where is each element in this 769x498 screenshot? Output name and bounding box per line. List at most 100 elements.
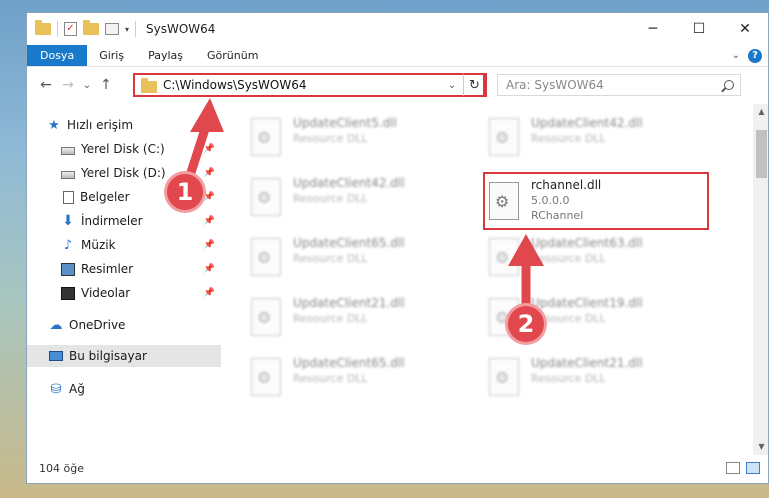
address-bar[interactable]: C:\Windows\SysWOW64 ⌄ bbox=[133, 73, 485, 97]
file-name: UpdateClient63.dll bbox=[531, 236, 643, 250]
navigation-pane: ★ Hızlı erişim Yerel Disk (C:) 📌 Yerel D… bbox=[27, 104, 221, 455]
file-type: Resource DLL bbox=[531, 252, 606, 265]
main-content: ★ Hızlı erişim Yerel Disk (C:) 📌 Yerel D… bbox=[27, 104, 768, 455]
pin-icon[interactable]: 📌 bbox=[204, 168, 215, 178]
sidebar-item-label: Ağ bbox=[69, 382, 85, 396]
list-item[interactable]: UpdateClient42.dll Resource DLL bbox=[489, 114, 719, 164]
computer-icon bbox=[49, 351, 63, 361]
pin-icon[interactable]: 📌 bbox=[204, 192, 215, 202]
file-text: UpdateClient19.dll Resource DLL bbox=[531, 294, 643, 325]
folder-icon bbox=[141, 77, 157, 93]
list-item[interactable]: UpdateClient21.dll Resource DLL bbox=[251, 294, 481, 344]
details-view-icon[interactable] bbox=[726, 462, 740, 474]
title-bar: ✓ ▾ SysWOW64 ─ ☐ ✕ bbox=[27, 13, 768, 45]
file-description: RChannel bbox=[531, 209, 584, 222]
file-type: Resource DLL bbox=[293, 252, 368, 265]
sidebar-item-network[interactable]: ⛁ Ağ bbox=[27, 378, 221, 400]
list-item[interactable]: UpdateClient21.dll Resource DLL bbox=[489, 354, 719, 404]
tab-share[interactable]: Paylaş bbox=[136, 45, 195, 66]
pin-icon[interactable]: 📌 bbox=[204, 216, 215, 226]
sidebar-item-disk-c[interactable]: Yerel Disk (C:) 📌 bbox=[27, 138, 221, 160]
sidebar-item-videos[interactable]: Videolar 📌 bbox=[27, 282, 221, 304]
file-name: rchannel.dll bbox=[531, 178, 602, 192]
tab-home[interactable]: Giriş bbox=[87, 45, 136, 66]
back-button[interactable]: ← bbox=[35, 77, 57, 93]
list-item-rchannel-dll[interactable]: rchannel.dll 5.0.0.0 RChannel bbox=[483, 172, 709, 230]
scroll-up-arrow-icon[interactable]: ▲ bbox=[753, 104, 768, 120]
dll-file-icon bbox=[489, 238, 519, 276]
pin-icon[interactable]: 📌 bbox=[204, 264, 215, 274]
address-path[interactable]: C:\Windows\SysWOW64 bbox=[163, 78, 307, 92]
item-count: 104 öğe bbox=[39, 461, 84, 475]
sidebar-item-label: Yerel Disk (C:) bbox=[81, 142, 165, 156]
new-folder-icon[interactable] bbox=[83, 20, 99, 35]
sidebar-item-onedrive[interactable]: ☁ OneDrive bbox=[27, 314, 221, 336]
search-icon[interactable] bbox=[724, 80, 734, 90]
view-switcher bbox=[726, 462, 760, 474]
minimize-button[interactable]: ─ bbox=[630, 13, 676, 45]
dll-file-icon bbox=[251, 178, 281, 216]
tab-file[interactable]: Dosya bbox=[27, 45, 88, 66]
file-name: UpdateClient65.dll bbox=[293, 236, 405, 250]
tab-view[interactable]: Görünüm bbox=[195, 45, 270, 66]
file-type: Resource DLL bbox=[531, 312, 606, 325]
file-list: UpdateClient5.dll Resource DLL UpdateCli… bbox=[221, 104, 738, 455]
pin-icon[interactable]: 📌 bbox=[204, 144, 215, 154]
sidebar-item-music[interactable]: ♪ Müzik 📌 bbox=[27, 234, 221, 256]
window-controls: ─ ☐ ✕ bbox=[630, 13, 768, 45]
list-item[interactable]: UpdateClient42.dll Resource DLL bbox=[251, 174, 481, 224]
large-icons-view-icon[interactable] bbox=[746, 462, 760, 474]
help-icon[interactable]: ? bbox=[748, 48, 762, 63]
search-input[interactable]: Ara: SysWOW64 bbox=[497, 74, 741, 96]
refresh-button[interactable]: ↻ bbox=[463, 73, 487, 97]
list-item[interactable]: UpdateClient63.dll Resource DLL bbox=[489, 234, 719, 284]
file-name: UpdateClient42.dll bbox=[293, 176, 405, 190]
scroll-thumb[interactable] bbox=[756, 130, 767, 178]
ribbon-tabs: Dosya Giriş Paylaş Görünüm ⌄ ? bbox=[27, 45, 768, 67]
customize-qat-chevron-icon[interactable]: ▾ bbox=[125, 25, 129, 34]
up-button[interactable]: ↑ bbox=[95, 77, 117, 93]
pin-icon[interactable]: 📌 bbox=[204, 240, 215, 250]
expand-ribbon-chevron-icon[interactable]: ⌄ bbox=[732, 50, 740, 61]
list-item[interactable]: UpdateClient65.dll Resource DLL bbox=[251, 234, 481, 284]
file-type: Resource DLL bbox=[293, 312, 368, 325]
file-name: UpdateClient19.dll bbox=[531, 296, 643, 310]
close-button[interactable]: ✕ bbox=[722, 13, 768, 45]
dll-file-icon bbox=[251, 118, 281, 156]
sidebar-item-pictures[interactable]: Resimler 📌 bbox=[27, 258, 221, 280]
pin-icon[interactable]: 📌 bbox=[204, 288, 215, 298]
dll-file-icon bbox=[251, 358, 281, 396]
video-icon bbox=[61, 286, 75, 300]
file-text: UpdateClient5.dll Resource DLL bbox=[293, 114, 397, 145]
sidebar-item-label: Hızlı erişim bbox=[67, 118, 134, 132]
sidebar-item-label: Resimler bbox=[81, 262, 134, 276]
cloud-icon: ☁ bbox=[49, 317, 63, 333]
dll-file-icon bbox=[251, 238, 281, 276]
star-icon: ★ bbox=[48, 117, 60, 133]
forward-button[interactable]: → bbox=[57, 77, 79, 93]
sidebar-item-downloads[interactable]: ⬇ İndirmeler 📌 bbox=[27, 210, 221, 232]
sidebar-item-this-pc[interactable]: Bu bilgisayar bbox=[27, 345, 221, 367]
address-dropdown-chevron-icon[interactable]: ⌄ bbox=[443, 80, 461, 91]
file-type: Resource DLL bbox=[531, 372, 606, 385]
vertical-scrollbar[interactable]: ▲ ▼ bbox=[753, 104, 768, 455]
list-item[interactable]: UpdateClient65.dll Resource DLL bbox=[251, 354, 481, 404]
properties-check-icon[interactable]: ✓ bbox=[64, 22, 77, 36]
recent-locations-chevron-icon[interactable]: ⌄ bbox=[79, 80, 95, 91]
disk-icon bbox=[61, 170, 75, 179]
file-name: UpdateClient42.dll bbox=[531, 116, 643, 130]
status-bar: 104 öğe bbox=[27, 453, 768, 483]
divider bbox=[57, 21, 58, 37]
properties-icon[interactable] bbox=[105, 23, 119, 35]
sidebar-item-quick-access[interactable]: ★ Hızlı erişim bbox=[27, 114, 221, 136]
address-row: ← → ⌄ ↑ C:\Windows\SysWOW64 ⌄ ↻ Ara: Sys… bbox=[27, 67, 768, 103]
folder-icon[interactable] bbox=[35, 20, 51, 35]
sidebar-item-label: Videolar bbox=[81, 286, 131, 300]
sidebar-item-label: Müzik bbox=[81, 238, 116, 252]
maximize-button[interactable]: ☐ bbox=[676, 13, 722, 45]
dll-file-icon bbox=[489, 358, 519, 396]
list-item[interactable]: UpdateClient5.dll Resource DLL bbox=[251, 114, 481, 164]
file-text: UpdateClient65.dll Resource DLL bbox=[293, 354, 405, 385]
file-type: Resource DLL bbox=[293, 192, 368, 205]
download-icon: ⬇ bbox=[62, 212, 74, 229]
